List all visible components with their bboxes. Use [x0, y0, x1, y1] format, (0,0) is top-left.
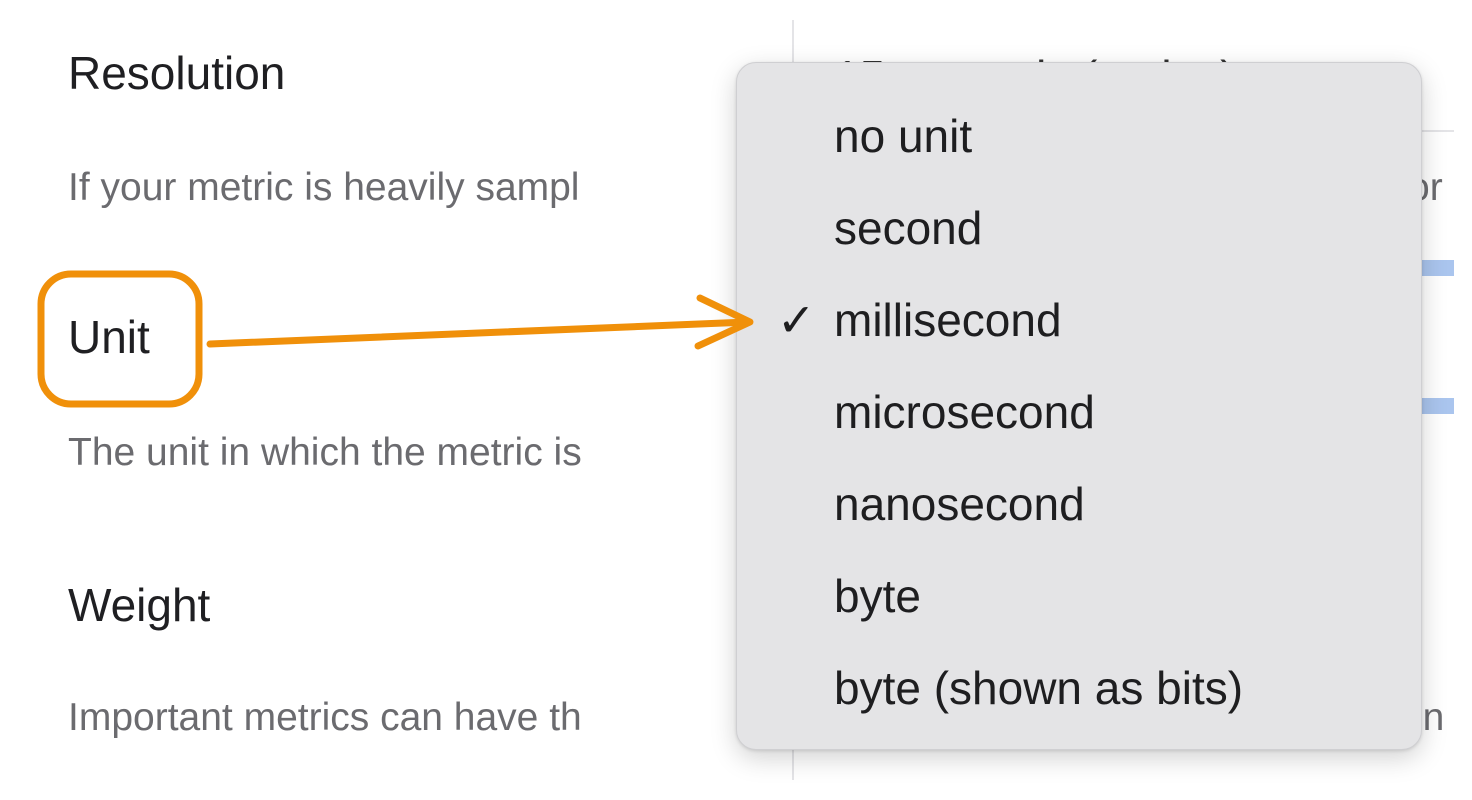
resolution-description: If your metric is heavily sampl — [68, 166, 580, 209]
checkmark-icon: ✓ — [777, 294, 816, 346]
settings-page: Resolution If your metric is heavily sam… — [0, 0, 1472, 800]
menu-item-byte[interactable]: byte — [834, 573, 921, 619]
unit-select-edge[interactable] — [1418, 260, 1454, 276]
resolution-label: Resolution — [68, 47, 286, 99]
menu-item-millisecond[interactable]: millisecond — [834, 297, 1062, 343]
annotation-arrow-line — [206, 318, 752, 348]
menu-item-byte-shown-as-bits[interactable]: byte (shown as bits) — [834, 665, 1243, 711]
weight-description: Important metrics can have th — [68, 696, 582, 739]
unit-label: Unit — [68, 311, 150, 363]
menu-item-second[interactable]: second — [834, 205, 982, 251]
unit-dropdown-menu: no unit second ✓ millisecond microsecond… — [736, 62, 1422, 750]
unit-description: The unit in which the metric is — [68, 431, 582, 474]
menu-item-nanosecond[interactable]: nanosecond — [834, 481, 1085, 527]
menu-item-no-unit[interactable]: no unit — [834, 113, 972, 159]
menu-item-microsecond[interactable]: microsecond — [834, 389, 1095, 435]
weight-control-edge[interactable] — [1418, 398, 1454, 414]
weight-label: Weight — [68, 579, 211, 631]
